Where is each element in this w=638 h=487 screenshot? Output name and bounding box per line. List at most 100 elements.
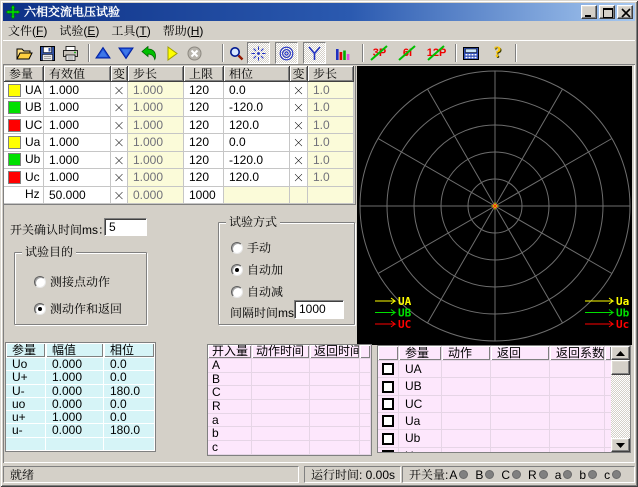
interval-input[interactable]: 1000 xyxy=(294,300,344,319)
open-button[interactable] xyxy=(13,42,36,64)
value-cell[interactable]: 1.000 xyxy=(44,117,111,134)
vary-cell[interactable]: × xyxy=(290,82,308,99)
result-param: Ua xyxy=(399,413,442,430)
toolbar: 3P 6I 12P ? xyxy=(3,40,635,64)
calculator-button[interactable] xyxy=(459,42,482,64)
zoom-button[interactable] xyxy=(225,42,248,64)
seq-param: Uo xyxy=(6,358,46,371)
return-coef xyxy=(550,448,605,453)
vary-cell[interactable]: × xyxy=(290,134,308,151)
toolbar-separator xyxy=(88,44,90,62)
radio-action-return[interactable]: 测动作和返回 xyxy=(34,300,122,317)
grid-row-ub: UB 1.000 × 1.000 120 -120.0 × 1.0 xyxy=(4,99,355,116)
raise-button[interactable] xyxy=(91,42,114,64)
value-cell[interactable]: 50.000 xyxy=(44,187,111,204)
action-value xyxy=(442,448,491,453)
vary-cell[interactable]: × xyxy=(290,152,308,169)
status-text: 就绪 xyxy=(10,466,34,483)
radio-auto-increase[interactable]: 自动加 xyxy=(231,261,283,278)
vary-cell[interactable]: × xyxy=(290,169,308,186)
bar-chart-button[interactable] xyxy=(331,42,354,64)
value-cell[interactable]: 1.000 xyxy=(44,82,111,99)
menu-item-help[interactable]: 帮助(H) xyxy=(158,20,209,41)
menu-item-test[interactable]: 试验(E) xyxy=(54,20,104,41)
help-button[interactable]: ? xyxy=(487,42,508,64)
radio-icon xyxy=(231,242,243,254)
scroll-down-button[interactable] xyxy=(611,438,630,452)
reset-button[interactable] xyxy=(137,42,160,64)
vary-cell[interactable]: × xyxy=(290,117,308,134)
print-button[interactable] xyxy=(59,42,82,64)
vertical-scrollbar[interactable] xyxy=(611,346,630,452)
scroll-up-button[interactable] xyxy=(611,346,630,360)
action-value xyxy=(442,396,491,413)
maximize-button[interactable] xyxy=(599,5,615,19)
stop-button[interactable] xyxy=(183,42,206,64)
return-time xyxy=(310,414,360,428)
radio-contact-action[interactable]: 测接点动作 xyxy=(34,273,110,290)
menu-label: 工具( xyxy=(111,22,139,39)
client-area: 参量 有效值 变 步长 上限 相位 变 步长 UA 1.000 × 1.000 … xyxy=(3,64,635,463)
value-cell[interactable]: 1.000 xyxy=(44,134,111,151)
vary-cell[interactable]: × xyxy=(111,169,128,186)
vector-display-button[interactable] xyxy=(247,42,270,64)
limit-cell[interactable]: 120 xyxy=(184,152,224,169)
radio-manual[interactable]: 手动 xyxy=(231,239,271,256)
vary-cell[interactable]: × xyxy=(111,99,128,116)
window-buttons xyxy=(579,5,633,19)
checkbox[interactable] xyxy=(382,398,394,410)
vector-origin-marker xyxy=(492,203,499,210)
checkbox[interactable] xyxy=(382,450,394,453)
checkbox[interactable] xyxy=(382,363,394,375)
circle-display-button[interactable] xyxy=(275,42,298,64)
vary-cell[interactable]: × xyxy=(111,152,128,169)
phase-cell[interactable]: 0.0 xyxy=(224,134,290,151)
checkbox[interactable] xyxy=(382,433,394,445)
seq-param: U+ xyxy=(6,371,46,384)
grid-row-uc: UC 1.000 × 1.000 120 120.0 × 1.0 xyxy=(4,117,355,134)
mode-12p-button[interactable]: 12P xyxy=(423,42,450,64)
vary-cell[interactable]: × xyxy=(111,134,128,151)
vary-cell[interactable]: × xyxy=(290,99,308,116)
phase-cell[interactable]: -120.0 xyxy=(224,152,290,169)
y-vector-button[interactable] xyxy=(303,42,326,64)
lower-button[interactable] xyxy=(114,42,137,64)
save-button[interactable] xyxy=(36,42,59,64)
phase-cell[interactable]: 0.0 xyxy=(224,82,290,99)
start-button[interactable] xyxy=(160,42,183,64)
app-window: 六相交流电压试验 文件(F) 试验(E) 工具(T) 帮助(H) xyxy=(0,0,638,487)
result-param: UC xyxy=(399,396,442,413)
value-cell[interactable]: 1.000 xyxy=(44,152,111,169)
confirm-time-input[interactable]: 5 xyxy=(104,218,147,236)
vary-cell[interactable]: × xyxy=(111,82,128,99)
seq-phase xyxy=(104,438,155,451)
phase-cell[interactable]: 120.0 xyxy=(224,169,290,186)
magnifier-icon xyxy=(229,46,244,61)
checkbox[interactable] xyxy=(382,415,394,427)
limit-cell[interactable]: 120 xyxy=(184,117,224,134)
vary-cell[interactable]: × xyxy=(111,187,128,204)
checkbox[interactable] xyxy=(382,381,394,393)
radio-auto-decrease[interactable]: 自动减 xyxy=(231,283,283,300)
stop-disabled-icon xyxy=(187,46,202,61)
limit-cell[interactable]: 120 xyxy=(184,99,224,116)
legend-label: Uc xyxy=(616,318,629,331)
value-cell[interactable]: 1.000 xyxy=(44,99,111,116)
minimize-button[interactable] xyxy=(581,5,597,19)
value-cell[interactable]: 1.000 xyxy=(44,169,111,186)
menu-item-file[interactable]: 文件(F) xyxy=(3,20,52,41)
vary-cell[interactable]: × xyxy=(111,117,128,134)
color-swatch xyxy=(8,171,21,184)
limit-cell[interactable]: 1000 xyxy=(184,187,224,204)
close-button[interactable] xyxy=(617,5,633,19)
phase-cell[interactable]: -120.0 xyxy=(224,99,290,116)
mode-3p-button[interactable]: 3P xyxy=(367,42,392,64)
menu-item-tools[interactable]: 工具(T) xyxy=(106,20,155,41)
limit-cell[interactable]: 120 xyxy=(184,169,224,186)
limit-cell[interactable]: 120 xyxy=(184,134,224,151)
limit-cell[interactable]: 120 xyxy=(184,82,224,99)
mode-6i-button[interactable]: 6I xyxy=(395,42,420,64)
return-time xyxy=(310,427,360,441)
scrollbar-thumb[interactable] xyxy=(611,360,630,375)
phase-cell[interactable]: 120.0 xyxy=(224,117,290,134)
